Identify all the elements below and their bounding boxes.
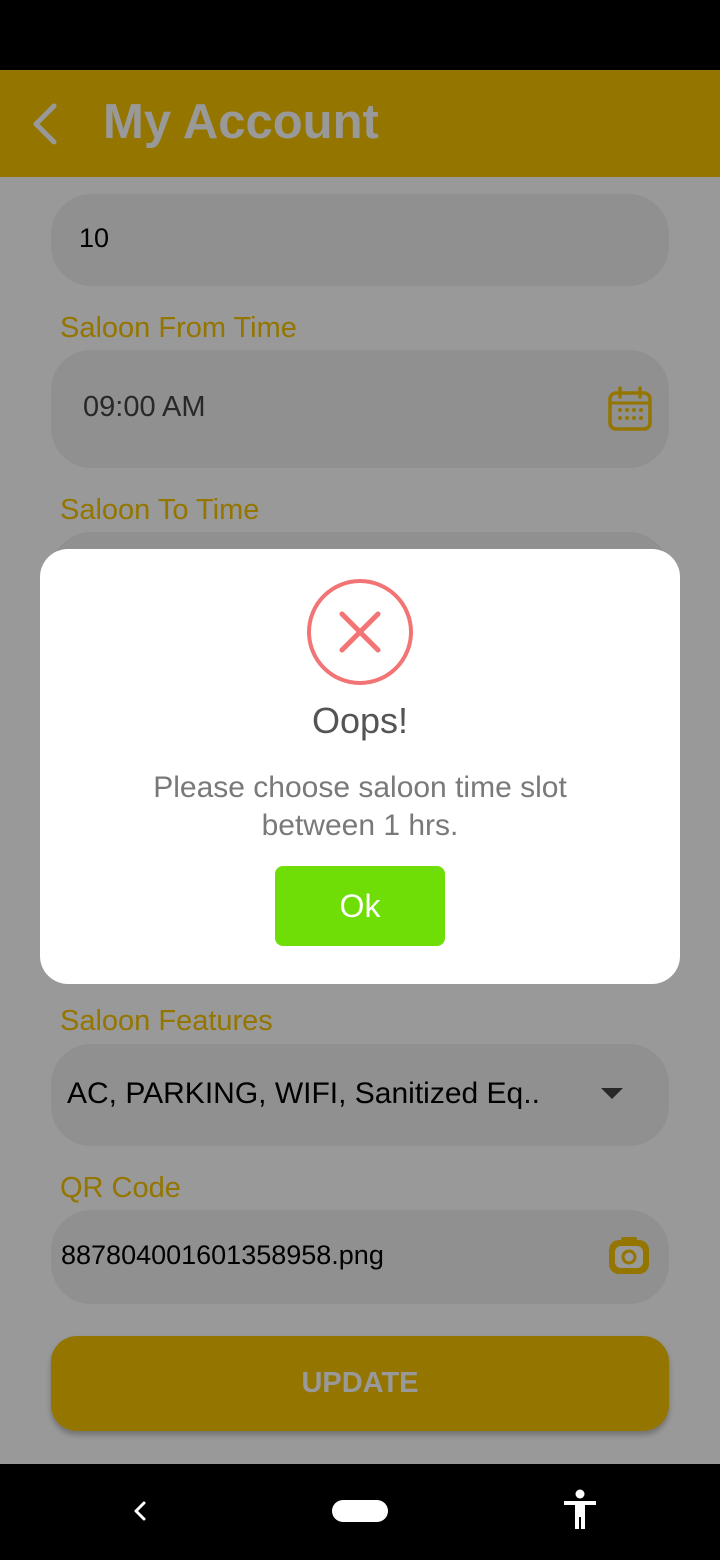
error-x-icon — [307, 579, 413, 685]
error-dialog: Oops! Please choose saloon time slot bet… — [40, 549, 680, 984]
nav-back-icon[interactable] — [125, 1496, 155, 1526]
accessibility-icon[interactable] — [560, 1489, 600, 1531]
status-bar — [0, 0, 720, 70]
dialog-title: Oops! — [311, 700, 409, 741]
nav-home-icon[interactable] — [332, 1500, 388, 1522]
dialog-message: Please choose saloon time slot between 1… — [153, 771, 567, 842]
ok-button[interactable]: Ok — [275, 866, 445, 946]
